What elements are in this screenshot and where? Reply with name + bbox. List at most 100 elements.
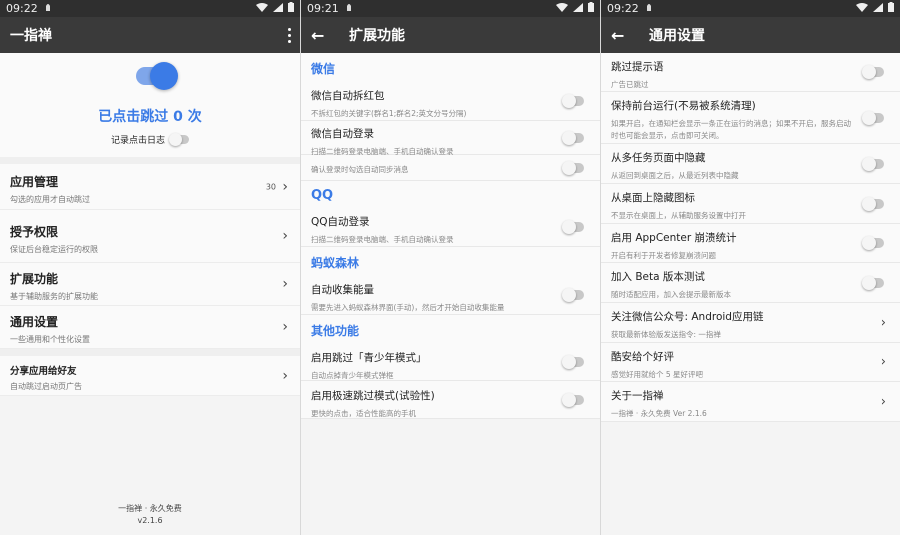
setting-wechat-red-packet[interactable]: 微信自动拆红包 不拆红包的关键字(群名1;群名2;英文分号分隔): [301, 81, 600, 121]
setting-subtitle: 如果开启，在通知栏会显示一条正在运行的消息；如果不开启，服务启动时也可能会显示，…: [611, 119, 851, 140]
setting-subtitle: 感觉好用就给个 5 星好评吧: [611, 370, 704, 379]
setting-wechat-auto-login[interactable]: 微信自动登录 扫描二维码登录电脑端、手机自动确认登录: [301, 121, 600, 156]
setting-subtitle: 随时适配应用，加入会提示最新版本: [611, 290, 731, 299]
setting-title: 启用极速跳过模式(试验性): [311, 390, 435, 402]
chevron-right-icon: ›: [282, 367, 288, 384]
notification-icon: [645, 2, 653, 15]
setting-subtitle: 确认登录时勾选自动同步消息: [311, 165, 409, 174]
status-bar: 09:21: [301, 0, 600, 17]
page-title: 扩展功能: [349, 28, 405, 44]
setting-subtitle: 不拆红包的关键字(群名1;群名2;英文分号分隔): [311, 109, 467, 118]
setting-skip-hint[interactable]: 跳过提示语 广告已跳过: [601, 53, 900, 92]
setting-subtitle: 需要先进入蚂蚁森林界面(手动)，然后才开始自动收集能量: [311, 303, 505, 312]
setting-title: 自动收集能量: [311, 284, 374, 296]
setting-about[interactable]: 关于一指禅 一指禅 · 永久免费 Ver 2.1.6 ›: [601, 382, 900, 422]
setting-title: 微信自动拆红包: [311, 90, 385, 102]
battery-icon: [888, 2, 894, 15]
setting-hide-recents[interactable]: 从多任务页面中隐藏 从返回到桌面之后，从最近列表中隐藏: [601, 144, 900, 184]
setting-beta-test[interactable]: 加入 Beta 版本测试 随时适配应用，加入会提示最新版本: [601, 263, 900, 303]
toggle-switch[interactable]: [862, 196, 884, 211]
setting-appcenter-crash[interactable]: 启用 AppCenter 崩溃统计 开启有利于开发者修复崩溃问题: [601, 224, 900, 263]
setting-title: 跳过提示语: [611, 61, 664, 73]
menu-item-general-settings[interactable]: 通用设置 一些通用和个性化设置 ›: [0, 306, 300, 349]
log-clicks-toggle[interactable]: [169, 133, 189, 146]
setting-subtitle: 广告已跳过: [611, 80, 649, 89]
chevron-right-icon: ›: [880, 394, 886, 409]
toggle-switch[interactable]: [562, 93, 584, 108]
setting-title: 加入 Beta 版本测试: [611, 271, 705, 283]
status-time: 09:21: [307, 2, 339, 15]
log-clicks-label: 记录点击日志: [110, 136, 165, 146]
setting-subtitle: 自动点掉青少年模式弹框: [311, 371, 394, 380]
menu-item-extensions[interactable]: 扩展功能 基于辅助服务的扩展功能 ›: [0, 263, 300, 306]
menu-item-title: 授予权限: [10, 225, 59, 239]
setting-title: 启用 AppCenter 崩溃统计: [611, 232, 737, 244]
setting-follow-wechat[interactable]: 关注微信公众号: Android应用链 获取最新体验版发送指令: 一指禅 ›: [601, 303, 900, 343]
setting-wechat-sync-messages[interactable]: 确认登录时勾选自动同步消息: [301, 155, 600, 181]
toggle-switch[interactable]: [862, 275, 884, 290]
menu-item-subtitle: 一些通用和个性化设置: [10, 335, 90, 344]
setting-title: 关注微信公众号: Android应用链: [611, 311, 764, 323]
menu-item-share[interactable]: 分享应用给好友 自动跳过启动页广告 ›: [0, 356, 300, 396]
signal-icon: [573, 2, 583, 15]
signal-icon: [873, 2, 883, 15]
status-time: 09:22: [607, 2, 639, 15]
toggle-switch[interactable]: [862, 236, 884, 250]
setting-subtitle: 一指禅 · 永久免费 Ver 2.1.6: [611, 409, 707, 418]
toggle-switch[interactable]: [562, 160, 584, 175]
menu-item-app-management[interactable]: 应用管理 勾选的应用才自动跳过 30 ›: [0, 164, 300, 210]
section-header-other: 其他功能: [301, 315, 600, 343]
chevron-right-icon: ›: [880, 354, 886, 370]
footer-version: v2.1.6: [137, 516, 163, 525]
section-header-qq: QQ: [301, 181, 600, 207]
setting-rate-coolapk[interactable]: 酷安给个好评 感觉好用就给个 5 星好评吧 ›: [601, 343, 900, 382]
app-bar: ← 扩展功能: [301, 17, 600, 53]
menu-item-subtitle: 勾选的应用才自动跳过: [10, 195, 90, 204]
toggle-switch[interactable]: [562, 219, 584, 234]
toggle-switch[interactable]: [562, 287, 584, 302]
setting-ant-forest-energy[interactable]: 自动收集能量 需要先进入蚂蚁森林界面(手动)，然后才开始自动收集能量: [301, 275, 600, 315]
toggle-switch[interactable]: [862, 110, 884, 125]
toggle-switch[interactable]: [862, 65, 884, 79]
setting-subtitle: 更快的点击，适合性能高的手机: [311, 409, 416, 418]
back-arrow-icon[interactable]: ←: [311, 26, 335, 45]
menu-item-permissions[interactable]: 授予权限 保证后台稳定运行的权限 ›: [0, 210, 300, 263]
footer-tagline: 一指禅 · 永久免费: [118, 504, 182, 513]
menu-item-title: 分享应用给好友: [10, 366, 77, 377]
battery-icon: [588, 2, 594, 15]
chevron-right-icon: ›: [282, 178, 288, 195]
menu-item-title: 通用设置: [10, 315, 59, 329]
setting-subtitle: 不显示在桌面上，从辅助服务设置中打开: [611, 211, 746, 220]
toggle-switch[interactable]: [562, 392, 584, 407]
setting-skip-teen-mode[interactable]: 启用跳过「青少年模式」 自动点掉青少年模式弹框: [301, 343, 600, 381]
section-header-wechat: 微信: [301, 53, 600, 81]
setting-keep-foreground[interactable]: 保持前台运行(不易被系统清理) 如果开启，在通知栏会显示一条正在运行的消息；如果…: [601, 92, 900, 144]
app-bar: 一指禅: [0, 17, 300, 53]
toggle-switch[interactable]: [862, 156, 884, 171]
wifi-icon: [256, 2, 268, 15]
toggle-switch[interactable]: [562, 354, 584, 369]
setting-hide-launcher-icon[interactable]: 从桌面上隐藏图标 不显示在桌面上，从辅助服务设置中打开: [601, 184, 900, 224]
setting-subtitle: 获取最新体验版发送指令: 一指禅: [611, 330, 721, 339]
setting-qq-auto-login[interactable]: QQ自动登录 扫描二维码登录电脑端、手机自动确认登录: [301, 207, 600, 247]
back-arrow-icon[interactable]: ←: [611, 26, 635, 45]
master-switch[interactable]: [136, 62, 178, 90]
setting-title: 从桌面上隐藏图标: [611, 192, 695, 204]
status-bar: 09:22: [0, 0, 300, 17]
setting-subtitle: 开启有利于开发者修复崩溃问题: [611, 251, 716, 260]
chevron-right-icon: ›: [282, 228, 288, 244]
setting-fast-skip-mode[interactable]: 启用极速跳过模式(试验性) 更快的点击，适合性能高的手机: [301, 381, 600, 419]
wifi-icon: [556, 2, 568, 15]
chevron-right-icon: ›: [282, 276, 288, 292]
notification-icon: [345, 2, 353, 15]
menu-item-subtitle: 自动跳过启动页广告: [10, 382, 82, 391]
signal-icon: [273, 2, 283, 15]
setting-subtitle: 扫描二维码登录电脑端、手机自动确认登录: [311, 235, 454, 244]
overflow-menu-icon[interactable]: [286, 26, 292, 44]
chevron-right-icon: ›: [880, 315, 886, 330]
notification-icon: [44, 2, 52, 15]
setting-title: 微信自动登录: [311, 128, 374, 140]
setting-title: 关于一指禅: [611, 390, 664, 402]
toggle-switch[interactable]: [562, 130, 584, 145]
footer: 一指禅 · 永久免费 v2.1.6: [0, 503, 300, 527]
